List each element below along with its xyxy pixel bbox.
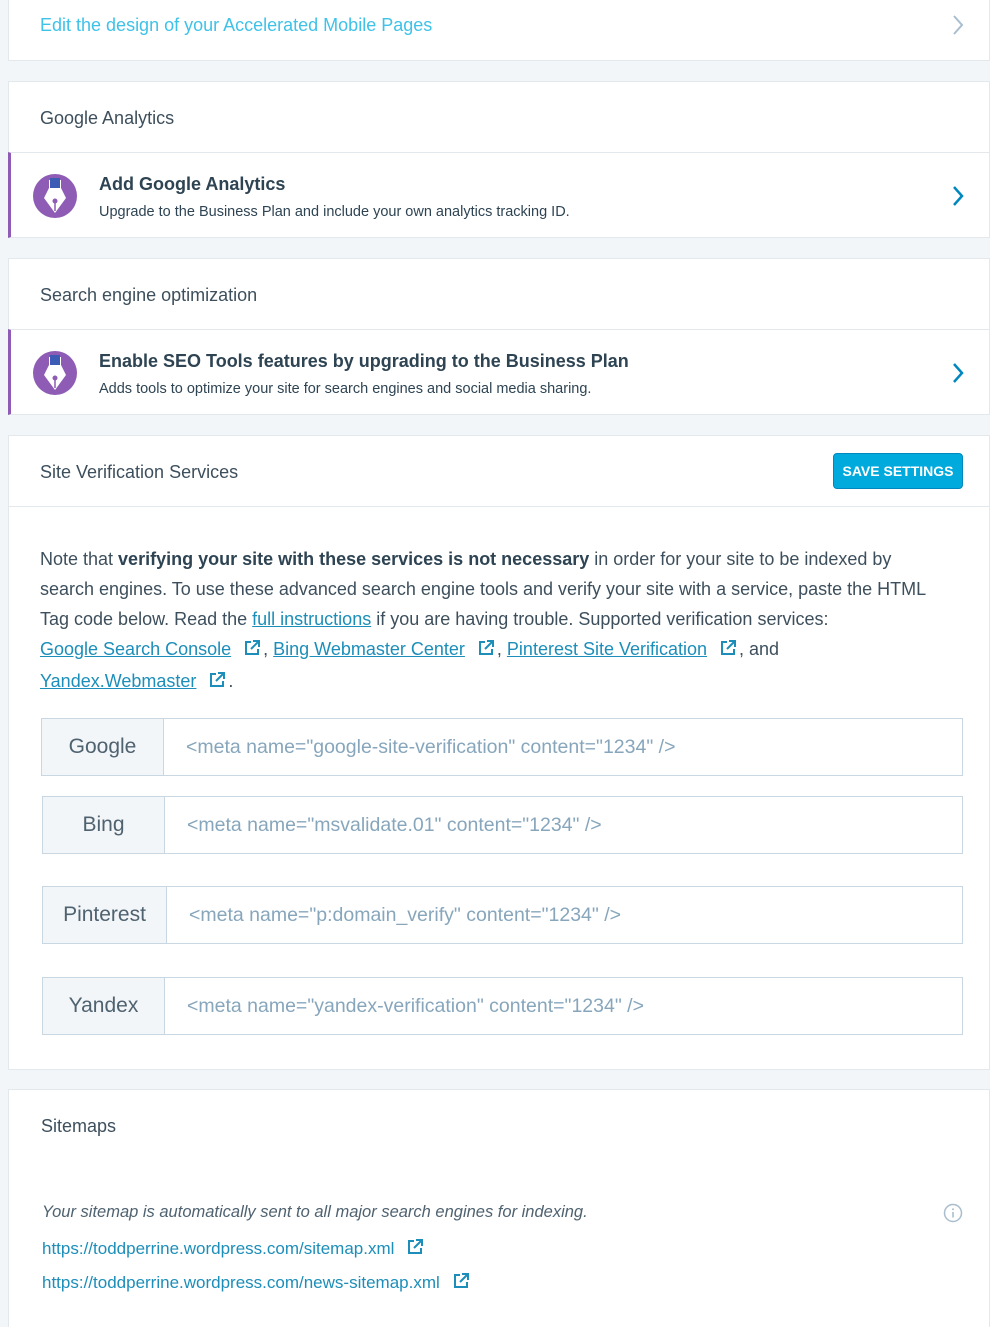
yandex-webmaster-link[interactable]: Yandex.Webmaster <box>40 671 196 691</box>
info-icon[interactable] <box>943 1203 963 1228</box>
sitemaps-body: Your sitemap is automatically sent to al… <box>8 1159 990 1327</box>
note-text: Note that <box>40 549 119 569</box>
verification-title: Site Verification Services <box>40 462 239 482</box>
seo-header: Search engine optimization <box>8 258 990 330</box>
analytics-nudge-title: Add Google Analytics <box>99 174 286 194</box>
external-link-icon <box>477 636 495 666</box>
bing-webmaster-link[interactable]: Bing Webmaster Center <box>273 639 465 659</box>
separator: , and <box>739 639 780 659</box>
pinterest-verification-input[interactable] <box>167 887 962 943</box>
bing-verification-row: Bing <box>42 796 963 854</box>
external-link-icon <box>243 636 261 666</box>
bing-label: Bing <box>43 797 165 853</box>
analytics-header: Google Analytics <box>8 81 990 153</box>
sitemaps-title: Sitemaps <box>41 1116 117 1136</box>
note-bold: verifying your site with these services … <box>118 549 590 569</box>
pinterest-label: Pinterest <box>43 887 167 943</box>
yandex-verification-input[interactable] <box>165 978 962 1034</box>
separator: . <box>228 671 234 691</box>
separator: , <box>263 639 274 659</box>
fountain-pen-icon <box>33 351 77 395</box>
analytics-upgrade-nudge[interactable]: Add Google Analytics Upgrade to the Busi… <box>8 152 990 238</box>
sitemap-link[interactable]: https://toddperrine.wordpress.com/sitema… <box>42 1239 394 1258</box>
seo-upgrade-nudge[interactable]: Enable SEO Tools features by upgrading t… <box>8 329 990 415</box>
yandex-verification-row: Yandex <box>42 977 963 1035</box>
pinterest-verification-row: Pinterest <box>42 886 963 944</box>
chevron-right-icon[interactable] <box>951 362 965 384</box>
sitemap-note: Your sitemap is automatically sent to al… <box>42 1203 588 1221</box>
verification-body: Note that verifying your site with these… <box>8 507 990 1070</box>
yandex-label: Yandex <box>43 978 165 1034</box>
fountain-pen-icon <box>33 174 77 218</box>
news-sitemap-link-row: https://toddperrine.wordpress.com/news-s… <box>42 1272 472 1295</box>
separator: , <box>496 639 507 659</box>
chevron-right-icon <box>951 14 965 36</box>
external-link-icon <box>406 1238 424 1261</box>
news-sitemap-link[interactable]: https://toddperrine.wordpress.com/news-s… <box>42 1273 440 1292</box>
chevron-right-icon[interactable] <box>951 185 965 207</box>
analytics-title: Google Analytics <box>40 108 175 128</box>
verification-header: Site Verification Services SAVE SETTINGS <box>8 435 990 507</box>
save-settings-button[interactable]: SAVE SETTINGS <box>833 453 963 489</box>
analytics-nudge-desc: Upgrade to the Business Plan and include… <box>99 204 570 220</box>
note-text: if you are having trouble. Supported ver… <box>371 609 829 629</box>
google-verification-input[interactable] <box>164 719 962 775</box>
seo-nudge-desc: Adds tools to optimize your site for sea… <box>99 381 592 397</box>
sitemaps-header: Sitemaps <box>8 1089 990 1160</box>
google-label: Google <box>42 719 164 775</box>
sitemap-link-row: https://toddperrine.wordpress.com/sitema… <box>42 1238 426 1261</box>
external-link-icon <box>719 636 737 666</box>
full-instructions-link[interactable]: full instructions <box>252 609 371 629</box>
amp-design-link[interactable]: Edit the design of your Accelerated Mobi… <box>40 15 432 36</box>
amp-design-card[interactable]: Edit the design of your Accelerated Mobi… <box>8 0 990 61</box>
google-search-console-link[interactable]: Google Search Console <box>40 639 231 659</box>
external-link-icon <box>208 668 226 698</box>
pinterest-verification-link[interactable]: Pinterest Site Verification <box>507 639 707 659</box>
bing-verification-input[interactable] <box>165 797 962 853</box>
seo-nudge-title: Enable SEO Tools features by upgrading t… <box>99 351 629 371</box>
google-verification-row: Google <box>41 718 963 776</box>
verification-note: Note that verifying your site with these… <box>40 544 950 698</box>
seo-title: Search engine optimization <box>40 285 258 305</box>
external-link-icon <box>452 1272 470 1295</box>
